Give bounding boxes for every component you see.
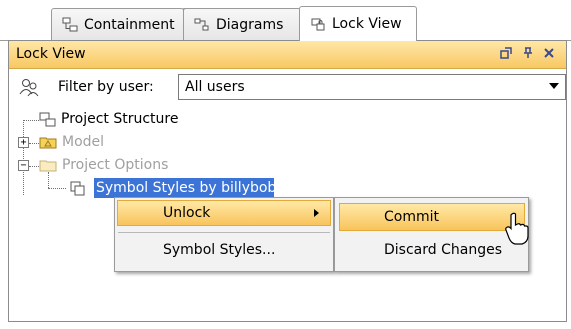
panel-header — [9, 41, 566, 69]
hand-cursor-icon — [505, 212, 529, 245]
close-icon[interactable] — [541, 47, 557, 63]
tab-label: Diagrams — [216, 16, 284, 33]
tab-diagrams[interactable]: Diagrams — [183, 8, 301, 40]
user-filter-value: All users — [185, 79, 245, 95]
tree-line — [23, 120, 24, 195]
tab-lock-view[interactable]: Lock View — [299, 6, 417, 41]
symbol-styles-icon — [70, 181, 85, 196]
tree-line — [29, 143, 39, 144]
collapse-icon[interactable]: − — [18, 160, 29, 171]
users-filter-icon — [19, 79, 39, 97]
user-filter-select[interactable]: All users — [178, 74, 566, 100]
tree-line — [48, 172, 49, 188]
menu-item-commit-label: Commit — [384, 209, 439, 225]
menu-item-unlock[interactable] — [117, 200, 331, 226]
tree-node-model[interactable]: Model — [62, 134, 104, 150]
project-options-folder-icon — [39, 160, 57, 172]
model-folder-icon — [39, 137, 57, 149]
expand-icon[interactable]: + — [18, 137, 29, 148]
filter-label: Filter by user: — [58, 79, 154, 95]
tree-line — [48, 188, 66, 189]
tab-label: Lock View — [332, 16, 402, 32]
tree-node-project-structure[interactable]: Project Structure — [61, 111, 178, 127]
menu-item-symbol-styles[interactable]: Symbol Styles... — [163, 242, 275, 258]
tree-node-symbol-styles[interactable]: Symbol Styles by billybob — [94, 178, 276, 198]
panel-title: Lock View — [16, 46, 86, 62]
containment-icon — [62, 17, 78, 31]
project-structure-icon — [39, 112, 56, 127]
restore-icon[interactable] — [498, 47, 514, 63]
tab-label: Containment — [84, 16, 175, 33]
tree-line — [29, 166, 39, 167]
menu-item-discard-changes[interactable]: Discard Changes — [384, 242, 502, 258]
menu-separator — [118, 232, 330, 233]
menu-item-unlock-label: Unlock — [163, 205, 211, 221]
pin-icon[interactable] — [520, 47, 536, 63]
chevron-down-icon[interactable] — [549, 83, 559, 89]
lock-view-icon — [311, 18, 325, 31]
diagrams-icon — [194, 18, 209, 30]
tree-node-project-options[interactable]: Project Options — [62, 157, 168, 173]
tab-containment[interactable]: Containment — [51, 8, 184, 40]
submenu-arrow-icon — [314, 209, 319, 217]
tree-line — [23, 120, 39, 121]
